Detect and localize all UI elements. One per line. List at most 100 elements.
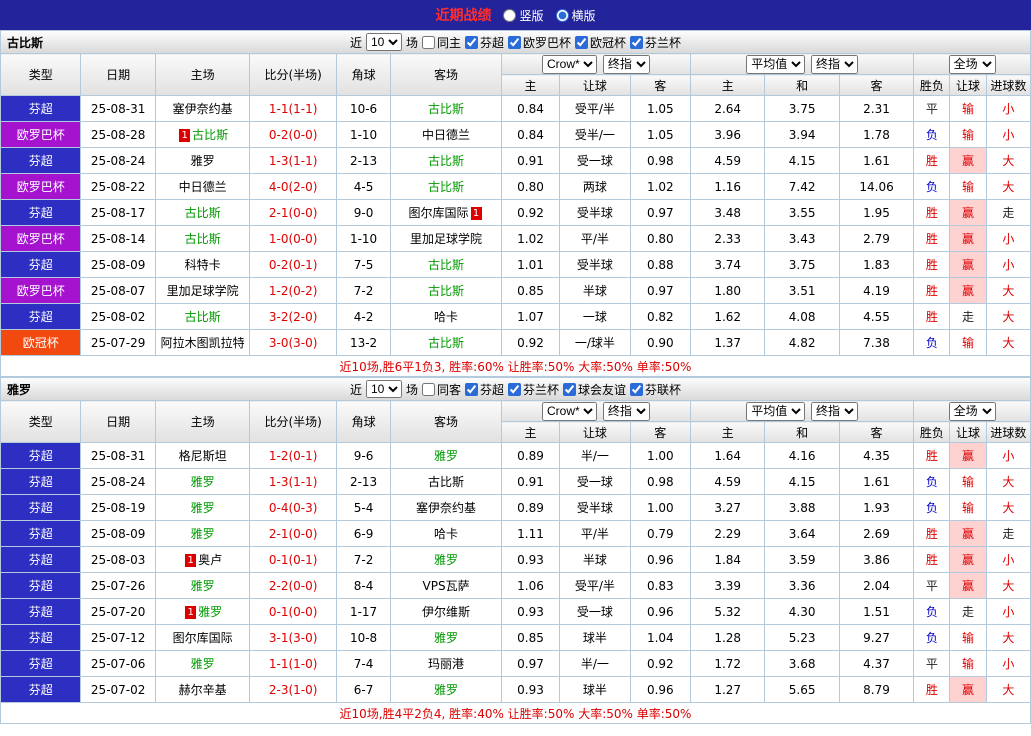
team-name: 雅罗 <box>190 527 215 541</box>
filter-prefix-label: 近 <box>349 35 362 50</box>
avg-away-odds: 4.35 <box>838 442 915 469</box>
match-score: 0-2(0-1) <box>249 251 337 278</box>
vertical-radio[interactable] <box>503 8 517 22</box>
handicap-home-odds: 0.91 <box>500 468 561 495</box>
league-checkbox[interactable] <box>563 382 577 396</box>
handicap-home-odds: 0.91 <box>500 147 561 174</box>
competition-type: 芬超 <box>0 468 82 495</box>
avg-draw-odds: 5.23 <box>764 624 840 651</box>
result-goals: 走 <box>985 520 1031 547</box>
red-card-badge: 1 <box>179 129 191 142</box>
col-corners: 角球 <box>335 53 392 96</box>
avg-away-odds: 14.06 <box>838 173 915 200</box>
league-filter[interactable]: 芬联杯 <box>630 381 681 398</box>
corners-score: 10-8 <box>335 624 392 651</box>
avg-home-odds: 4.59 <box>689 468 766 495</box>
corners-score: 7-5 <box>335 251 392 278</box>
avg-home-odds: 3.96 <box>689 121 766 148</box>
result-handicap: 赢 <box>949 572 987 599</box>
team-name: 雅罗 <box>190 501 215 515</box>
match-date: 25-08-09 <box>80 520 156 547</box>
horizontal-radio[interactable] <box>555 8 569 22</box>
avg-draw-odds: 3.59 <box>764 546 840 573</box>
avg-final-select[interactable]: 终指 <box>811 401 859 421</box>
avg-select[interactable]: 平均值 <box>746 401 806 421</box>
league-checkbox[interactable] <box>508 35 521 49</box>
team-name: 哈卡 <box>434 527 459 541</box>
league-checkbox[interactable] <box>508 382 521 396</box>
result-handicap: 输 <box>949 468 987 495</box>
red-card-badge: 1 <box>470 207 482 220</box>
handicap-away-odds: 0.96 <box>629 546 691 573</box>
league-checkbox[interactable] <box>464 382 478 396</box>
odds-final-select[interactable]: 终指 <box>602 401 650 421</box>
league-checkbox[interactable] <box>630 35 644 49</box>
handicap-home-odds: 0.97 <box>500 650 561 677</box>
team-name: 玛丽港 <box>428 657 465 671</box>
team-name: 古比斯 <box>428 475 465 489</box>
layout-option-vertical[interactable]: 竖版 <box>503 7 544 24</box>
subcol-avg-home: 主 <box>689 421 766 443</box>
avg-home-odds: 1.16 <box>689 173 766 200</box>
match-date: 25-08-19 <box>80 494 156 521</box>
same-venue-filter[interactable]: 同主 <box>421 34 461 51</box>
league-filter[interactable]: 芬兰杯 <box>630 34 681 51</box>
avg-home-odds: 1.62 <box>689 303 766 330</box>
result-handicap: 赢 <box>949 225 987 252</box>
league-filter[interactable]: 芬超 <box>464 34 504 51</box>
match-score: 0-2(0-0) <box>249 121 337 148</box>
col-away: 客场 <box>390 400 502 443</box>
avg-select[interactable]: 平均值 <box>746 54 806 74</box>
match-count-select[interactable]: 10 <box>365 380 402 398</box>
league-filter[interactable]: 芬超 <box>464 381 504 398</box>
league-filter[interactable]: 欧冠杯 <box>575 34 626 51</box>
result-handicap: 赢 <box>949 520 987 547</box>
team-name: 雅罗 <box>190 475 215 489</box>
match-count-select[interactable]: 10 <box>365 33 402 51</box>
handicap-away-odds: 0.92 <box>629 650 691 677</box>
result-goals: 大 <box>985 624 1031 651</box>
result-goals: 小 <box>985 546 1031 573</box>
result-goals: 小 <box>985 598 1031 625</box>
match-row: 芬超 25-07-06 雅罗 1-1(1-0) 7-4 玛丽港 0.97 半/一 0.92 1.7… <box>0 650 1031 677</box>
handicap-home-odds: 1.01 <box>500 251 561 278</box>
league-checkbox[interactable] <box>575 35 589 49</box>
home-team: 雅罗 <box>154 147 251 174</box>
home-team: 1 奥卢 <box>154 546 251 573</box>
away-team: 古比斯 <box>390 468 502 495</box>
odds-source-select[interactable]: Crow* <box>542 401 598 421</box>
league-checkbox[interactable] <box>464 35 478 49</box>
league-filter[interactable]: 欧罗巴杯 <box>508 34 571 51</box>
same-venue-filter[interactable]: 同客 <box>421 381 461 398</box>
avg-home-odds: 2.33 <box>689 225 766 252</box>
same-venue-checkbox[interactable] <box>421 35 435 49</box>
match-score: 3-1(3-0) <box>249 624 337 651</box>
competition-type: 芬超 <box>0 624 82 651</box>
section-team-name: 雅罗 <box>7 382 32 397</box>
same-venue-checkbox[interactable] <box>421 382 435 396</box>
result-handicap: 赢 <box>949 251 987 278</box>
layout-option-horizontal[interactable]: 横版 <box>555 7 596 24</box>
league-filter[interactable]: 球会友谊 <box>563 381 626 398</box>
scope-select[interactable]: 全场 <box>948 54 996 74</box>
league-label: 欧冠杯 <box>590 35 627 50</box>
scope-select[interactable]: 全场 <box>948 401 996 421</box>
handicap-away-odds: 0.83 <box>629 572 691 599</box>
handicap-away-odds: 0.96 <box>629 676 691 703</box>
match-row: 芬超 25-08-09 雅罗 2-1(0-0) 6-9 哈卡 1.11 平/半 0.79 2.29… <box>0 520 1031 547</box>
league-filter[interactable]: 芬兰杯 <box>508 381 559 398</box>
odds-final-select[interactable]: 终指 <box>602 54 650 74</box>
handicap-home-odds: 1.11 <box>500 520 561 547</box>
league-checkbox[interactable] <box>630 382 644 396</box>
result-scope-group: 全场 <box>913 400 1031 422</box>
filter-bar: 近 10 场 同客 芬超 芬兰杯 球会友谊 芬联杯 <box>350 380 681 398</box>
league-label: 芬兰杯 <box>645 35 682 50</box>
avg-final-select[interactable]: 终指 <box>811 54 859 74</box>
match-row: 欧罗巴杯 25-08-07 里加足球学院 1-2(0-2) 7-2 古比斯 0.85 半球 0.… <box>0 277 1031 304</box>
handicap-line: 受半球 <box>559 199 631 226</box>
match-row: 芬超 25-08-19 雅罗 0-4(0-3) 5-4 塞伊奈约基 0.89 受半球 1.00 3… <box>0 494 1031 521</box>
corners-score: 2-13 <box>335 468 392 495</box>
odds-source-select[interactable]: Crow* <box>542 54 598 74</box>
corners-score: 6-9 <box>335 520 392 547</box>
recent-results-table: 类型 日期 主场 比分(半场) 角球 客场 Crow* 终指 平均值 终指 全场 <box>0 53 1031 377</box>
